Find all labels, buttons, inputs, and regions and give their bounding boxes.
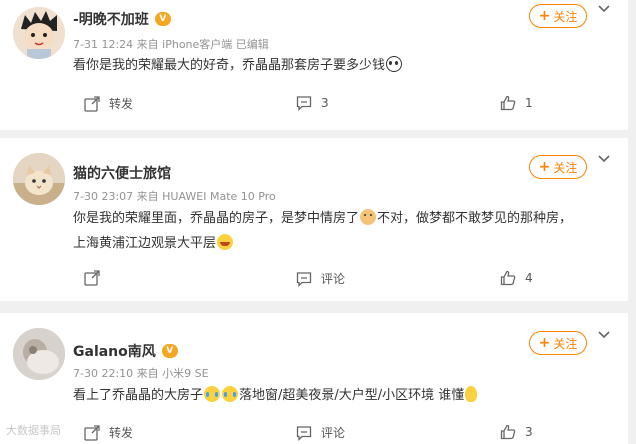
like-count: 4 — [525, 271, 533, 285]
comment-count: 3 — [321, 96, 329, 110]
like-button[interactable]: 4 — [500, 270, 533, 286]
comment-text-part: 看上了乔晶晶的大房子 — [73, 388, 204, 403]
doge-emoji-icon — [360, 209, 377, 225]
plus-icon: + — [538, 159, 551, 175]
cry-emoji-icon — [222, 386, 239, 402]
like-button[interactable]: 1 — [500, 95, 533, 111]
comment-text-part: 上海黄浦江边观景大平层 — [73, 236, 217, 251]
comment-text: 看你是我的荣耀最大的好奇，乔晶晶那套房子要多少钱 — [73, 53, 613, 78]
action-bar: 转发 评论 3 — [84, 424, 628, 444]
comment-label: 评论 — [321, 426, 346, 440]
user-name[interactable]: 猫的六便士旅馆 — [73, 163, 171, 183]
comment-label: 评论 — [321, 272, 346, 286]
comment-text-part: 不对，做梦都不敢梦见的那种房， — [377, 211, 573, 226]
comment-meta: 7-30 22:10 来自 小米9 SE — [73, 367, 209, 380]
avatar[interactable] — [13, 328, 65, 380]
comment-button[interactable]: 3 — [296, 95, 329, 111]
repost-label: 转发 — [109, 426, 134, 440]
panda-emoji-icon — [386, 56, 403, 72]
plus-icon: + — [538, 8, 551, 24]
repost-icon — [84, 270, 100, 286]
vip-badge-icon: V — [154, 12, 171, 26]
repost-button[interactable]: 转发 — [84, 424, 133, 441]
thumbs-up-icon — [500, 95, 516, 111]
comment-button[interactable]: 评论 — [296, 270, 345, 287]
cry-emoji-icon — [204, 386, 221, 402]
plus-icon: + — [538, 335, 551, 351]
like-count: 3 — [525, 425, 533, 439]
chevron-down-icon[interactable] — [598, 330, 610, 340]
follow-label: 关注 — [553, 160, 578, 175]
vip-badge-icon: V — [161, 344, 178, 358]
like-count: 1 — [525, 96, 533, 110]
comment-meta: 7-30 23:07 来自 HUAWEI Mate 10 Pro — [73, 190, 276, 203]
watermark: 大数据事局 — [6, 424, 61, 437]
follow-label: 关注 — [553, 336, 578, 351]
comment-text: 看上了乔晶晶的大房子 落地窗/超美夜景/大户型/小区环境 谁懂 — [73, 383, 613, 408]
comment-text: 你是我的荣耀里面，乔晶晶的房子，是梦中情房了 不对，做梦都不敢梦见的那种房， 上海… — [73, 206, 613, 256]
repost-button[interactable]: 转发 — [84, 95, 133, 112]
avatar[interactable] — [13, 153, 65, 205]
repost-icon — [84, 95, 100, 112]
thumbs-up-icon — [500, 424, 516, 440]
comment-card: 猫的六便士旅馆 7-30 23:07 来自 HUAWEI Mate 10 Pro… — [0, 138, 628, 301]
follow-button[interactable]: + 关注 — [529, 4, 587, 28]
chevron-down-icon[interactable] — [598, 4, 610, 14]
follow-button[interactable]: + 关注 — [529, 331, 587, 355]
user-name[interactable]: -明晚不加班 — [73, 9, 149, 29]
thumbs-up-icon — [500, 270, 516, 286]
comment-card: Galano南风 V 7-30 22:10 来自 小米9 SE 看上了乔晶晶的大… — [0, 313, 628, 444]
comment-meta: 7-31 12:24 来自 iPhone客户端 已编辑 — [73, 38, 269, 51]
think-emoji-icon — [465, 386, 478, 402]
comment-button[interactable]: 评论 — [296, 424, 345, 441]
comment-icon — [296, 96, 312, 111]
follow-button[interactable]: + 关注 — [529, 155, 587, 179]
user-name[interactable]: Galano南风 — [73, 341, 156, 361]
comment-card: -明晚不加班 V 7-31 12:24 来自 iPhone客户端 已编辑 看你是… — [0, 0, 628, 130]
action-bar: 转发 3 1 — [84, 95, 628, 115]
repost-label: 转发 — [109, 97, 134, 111]
comment-text-part: 落地窗/超美夜景/大户型/小区环境 谁懂 — [239, 388, 465, 403]
repost-button[interactable] — [84, 270, 100, 286]
laugh-emoji-icon — [217, 234, 234, 250]
chevron-down-icon[interactable] — [598, 154, 610, 164]
action-bar: 评论 4 — [84, 270, 628, 290]
repost-icon — [84, 424, 100, 441]
like-button[interactable]: 3 — [500, 424, 533, 440]
comment-icon — [296, 271, 312, 287]
avatar[interactable] — [13, 7, 65, 59]
comment-icon — [296, 425, 312, 441]
comment-text-part: 你是我的荣耀里面，乔晶晶的房子，是梦中情房了 — [73, 211, 360, 226]
comment-text-part: 看你是我的荣耀最大的好奇，乔晶晶那套房子要多少钱 — [73, 58, 386, 73]
follow-label: 关注 — [553, 9, 578, 24]
